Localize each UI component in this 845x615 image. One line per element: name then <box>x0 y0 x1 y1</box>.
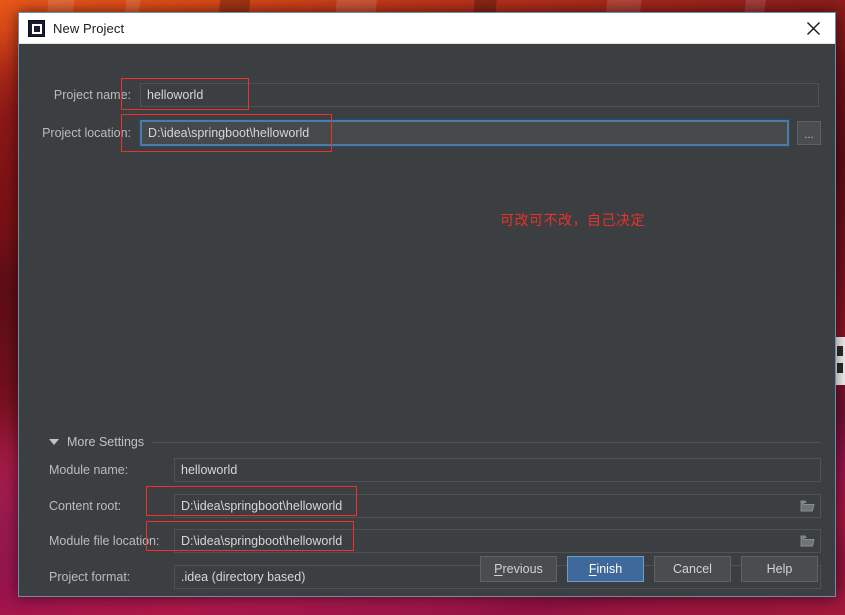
browse-location-button[interactable]: ... <box>797 121 821 145</box>
annotation-text: 可改可不改，自己决定 <box>500 213 645 229</box>
module-name-label: Module name: <box>49 463 129 477</box>
dialog-title: New Project <box>53 20 125 36</box>
dialog-content: Project name: helloworld Project locatio… <box>19 44 835 596</box>
more-settings-label: More Settings <box>67 435 145 449</box>
module-file-location-value: D:\idea\springboot\helloworld <box>181 534 343 548</box>
help-button[interactable]: Help <box>741 556 818 582</box>
folder-icon <box>800 535 815 547</box>
folder-icon <box>800 500 815 512</box>
content-root-input[interactable]: D:\idea\springboot\helloworld <box>174 494 821 518</box>
finish-button[interactable]: Finish <box>567 556 644 582</box>
project-location-input[interactable]: D:\idea\springboot\helloworld <box>140 120 789 146</box>
dialog-titlebar: New Project <box>19 13 835 44</box>
browse-content-root-button[interactable] <box>798 498 817 515</box>
cancel-button[interactable]: Cancel <box>654 556 731 582</box>
content-root-value: D:\idea\springboot\helloworld <box>181 499 343 513</box>
intellij-idea-icon <box>28 19 45 37</box>
module-name-input[interactable]: helloworld <box>174 458 821 482</box>
more-settings-toggle[interactable]: More Settings <box>49 435 821 449</box>
module-name-row: Module name: helloworld <box>49 458 821 482</box>
module-file-location-label: Module file location: <box>49 534 160 548</box>
cancel-button-label: Cancel <box>673 562 712 576</box>
content-root-label: Content root: <box>49 499 122 513</box>
section-divider <box>152 441 821 443</box>
content-root-row: Content root: D:\idea\springboot\hellowo… <box>49 494 821 518</box>
help-button-label: Help <box>766 562 793 576</box>
close-button[interactable] <box>791 13 835 43</box>
finish-button-label: Finish <box>588 562 623 576</box>
project-location-label: Project location: <box>42 126 131 140</box>
project-location-row: Project location: D:\idea\springboot\hel… <box>19 120 821 146</box>
project-name-label: Project name: <box>53 88 131 102</box>
previous-button[interactable]: Previous <box>480 556 557 582</box>
module-file-location-row: Module file location: D:\idea\springboot… <box>49 529 821 553</box>
previous-button-label: Previous <box>494 562 543 576</box>
dialog-button-bar: Previous Finish Cancel Help <box>19 556 835 582</box>
close-icon <box>806 21 820 35</box>
project-name-input[interactable]: helloworld <box>140 83 819 107</box>
browse-module-file-location-button[interactable] <box>798 533 817 550</box>
project-name-row: Project name: helloworld <box>19 83 821 107</box>
new-project-dialog: New Project Project name: helloworld Pro… <box>18 12 836 597</box>
chevron-down-icon <box>49 439 59 445</box>
module-file-location-input[interactable]: D:\idea\springboot\helloworld <box>174 529 821 553</box>
